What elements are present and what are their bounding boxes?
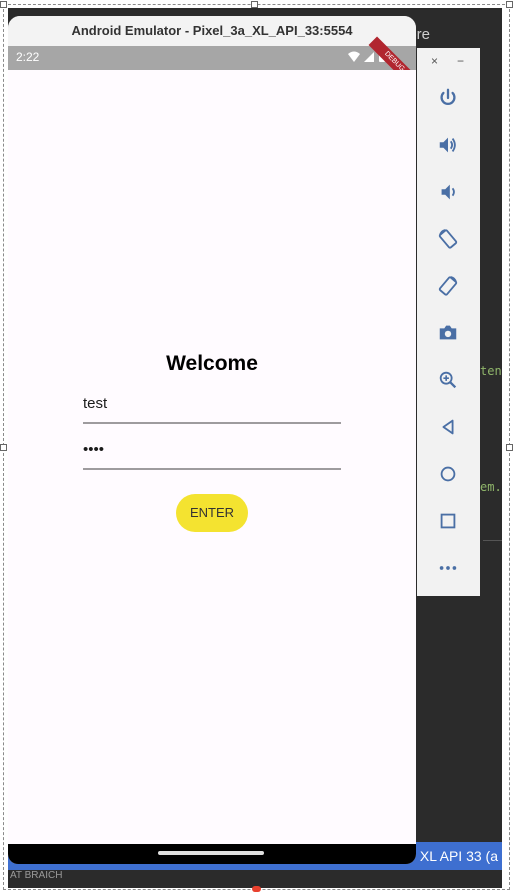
- resize-handle[interactable]: [251, 1, 258, 8]
- selection-frame: [3, 4, 510, 890]
- resize-handle[interactable]: [0, 1, 7, 8]
- resize-handle[interactable]: [506, 1, 513, 8]
- notification-dot: [252, 886, 261, 892]
- resize-handle[interactable]: [506, 444, 513, 451]
- resize-handle[interactable]: [0, 444, 7, 451]
